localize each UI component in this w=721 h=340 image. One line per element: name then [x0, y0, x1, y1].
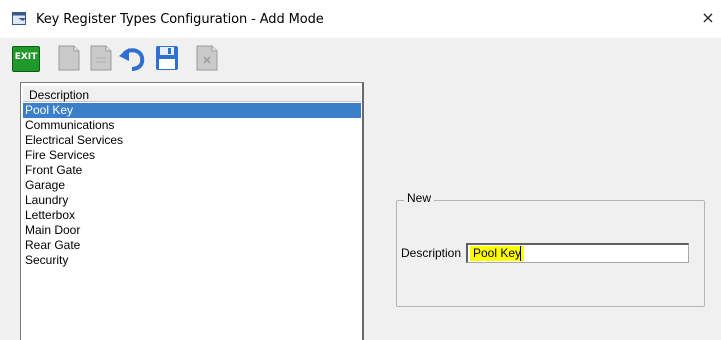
copy-document-icon [90, 45, 112, 71]
exit-icon: EXIT [14, 52, 38, 62]
list-item[interactable]: Fire Services [23, 148, 361, 163]
save-disk-icon [156, 46, 178, 70]
description-input[interactable]: Pool Key [466, 243, 689, 263]
text-caret [520, 246, 521, 261]
new-document-icon [58, 45, 80, 71]
undo-button[interactable] [118, 44, 145, 72]
delete-button[interactable] [194, 44, 220, 72]
title-bar: Key Register Types Configuration - Add M… [0, 0, 721, 38]
description-label: Description [401, 246, 462, 260]
list-item[interactable]: Main Door [23, 223, 361, 238]
list-item[interactable]: Letterbox [23, 208, 361, 223]
list-item[interactable]: Garage [23, 178, 361, 193]
list-item[interactable]: Pool Key [23, 103, 361, 118]
copy-record-button[interactable] [88, 44, 114, 72]
list-item[interactable]: Security [23, 253, 361, 268]
description-listbox[interactable]: Description Pool Key Communications Electr… [20, 82, 364, 340]
close-button[interactable]: × [695, 6, 721, 30]
save-button[interactable] [154, 44, 180, 72]
list-item[interactable]: Electrical Services [23, 133, 361, 148]
list-item[interactable]: Rear Gate [23, 238, 361, 253]
list-item[interactable]: Communications [23, 118, 361, 133]
list-column-header[interactable]: Description [23, 86, 361, 102]
app-icon [12, 12, 26, 25]
list-header-label: Description [29, 88, 90, 102]
undo-icon [119, 48, 145, 71]
window-title: Key Register Types Configuration - Add M… [36, 12, 324, 27]
new-record-button[interactable] [56, 44, 82, 72]
list-item[interactable]: Laundry [23, 193, 361, 208]
delete-document-icon [196, 45, 218, 71]
groupbox-label: New [404, 191, 435, 205]
list-item[interactable]: Front Gate [23, 163, 361, 178]
description-value: Pool Key [470, 246, 525, 261]
exit-button[interactable]: EXIT [12, 46, 40, 72]
